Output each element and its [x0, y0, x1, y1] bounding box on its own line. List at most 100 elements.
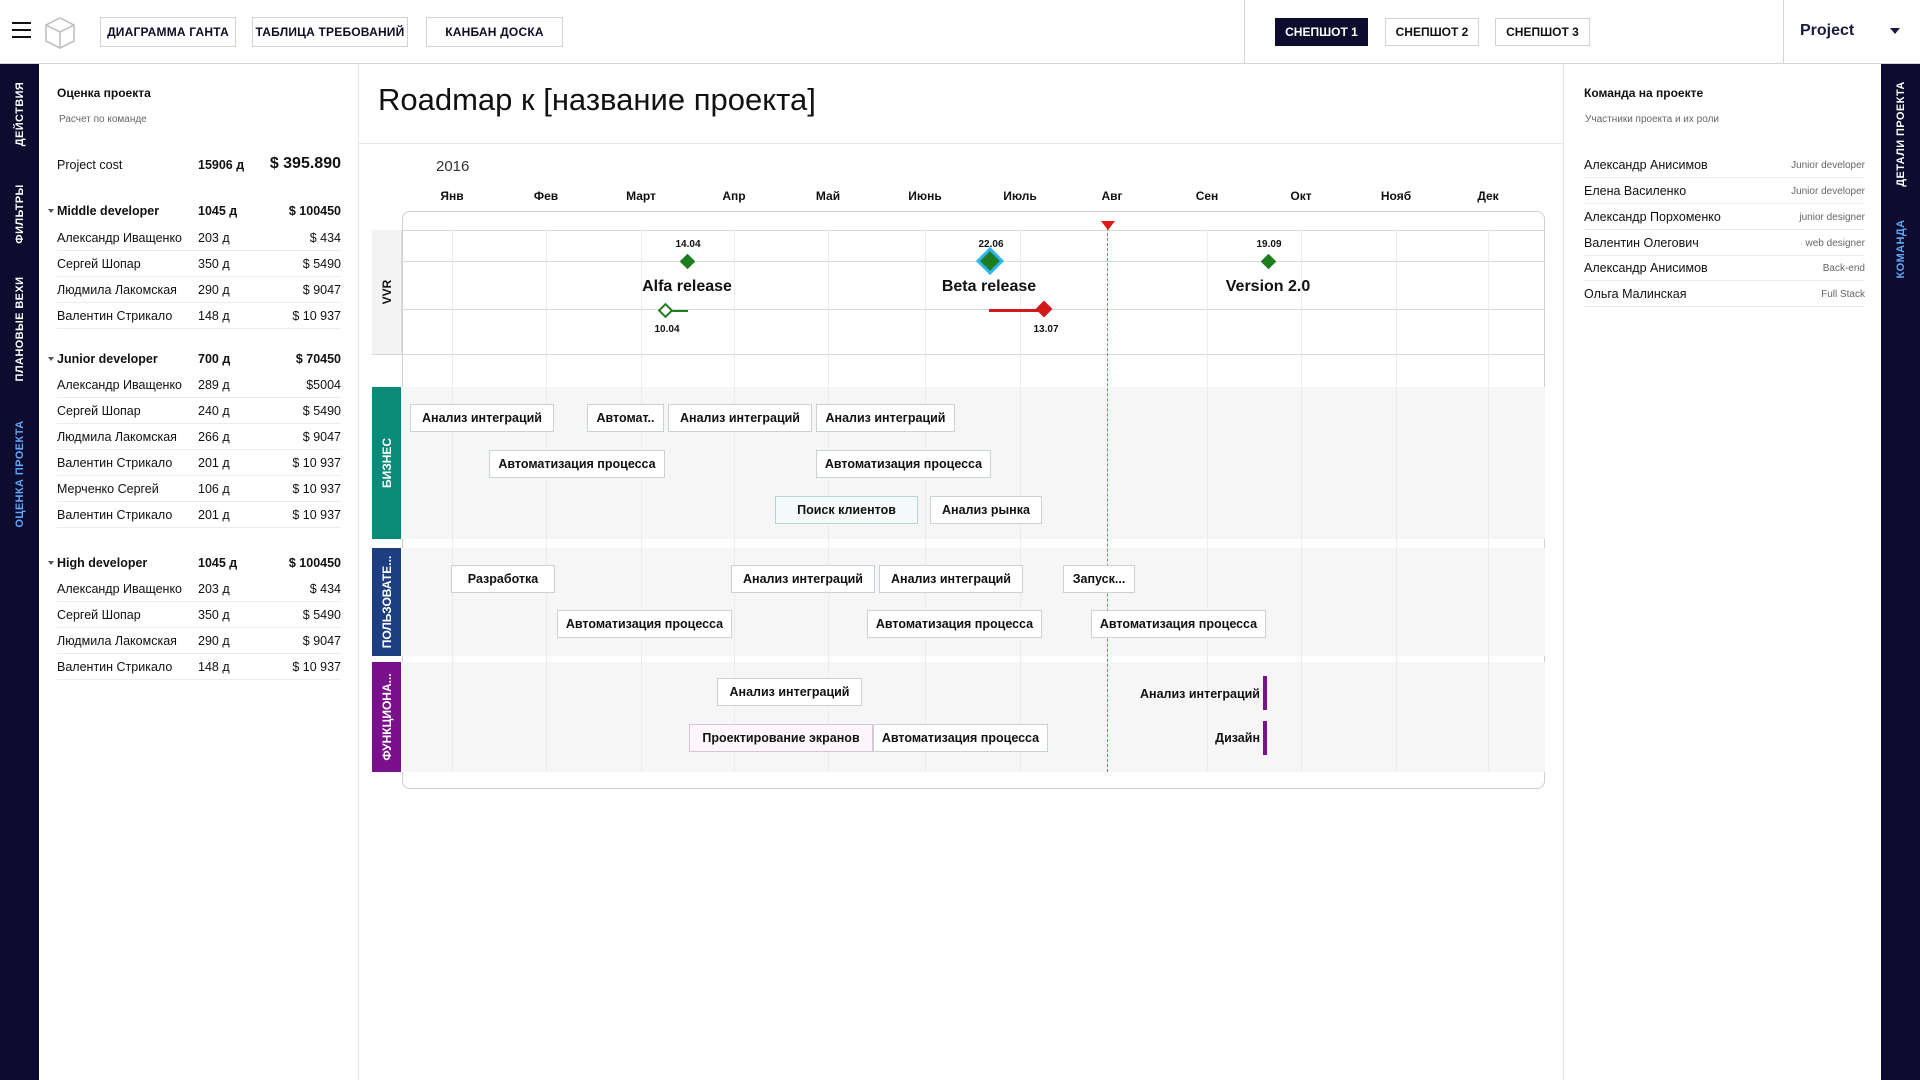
grid-line — [1396, 230, 1397, 772]
milestone-name: Version 2.0 — [1225, 278, 1311, 295]
member-name: Валентин Стрикало — [57, 660, 173, 674]
project-select-value: Project — [1800, 22, 1855, 39]
member-row: Сергей Шопар 240 д $ 5490 — [57, 398, 341, 424]
snapshot-2-button[interactable]: СНЕПШОТ 2 — [1385, 18, 1479, 46]
expand-icon — [48, 561, 54, 565]
divider — [359, 143, 1563, 144]
lane-name: ФУНКЦИОНА... — [379, 673, 394, 761]
task-bar[interactable]: Запуск... — [1063, 565, 1135, 593]
task-bar[interactable]: Автоматизация процесса — [867, 610, 1042, 638]
tab-kanban[interactable]: КАНБАН ДОСКА — [426, 17, 563, 47]
group-name: Middle developer — [57, 204, 160, 218]
task-bar[interactable]: Анализ интеграций — [731, 565, 875, 593]
vtab-team-label: КОМАНДА — [1894, 219, 1907, 279]
lane-band — [402, 662, 1545, 772]
member-name: Валентин Стрикало — [57, 456, 173, 470]
member-cost: $ 10 937 — [292, 660, 341, 674]
group-days: 700 д — [198, 352, 231, 366]
member-name: Александр Анисимов — [1584, 261, 1708, 275]
task-bar[interactable]: Автоматизация процесса — [1091, 610, 1266, 638]
vtab-filters[interactable]: ФИЛЬТРЫ — [0, 164, 39, 264]
panel-subtitle: Участники проекта и их роли — [1585, 114, 1719, 125]
project-select[interactable]: Project — [1800, 14, 1900, 48]
total-row: Project cost 15906 д $ 395.890 — [57, 152, 341, 178]
task-bar[interactable]: Анализ интеграций — [879, 565, 1023, 593]
vtab-project-details[interactable]: ДЕТАЛИ ПРОЕКТА — [1881, 74, 1920, 194]
group-row[interactable]: Middle developer 1045 д $ 100450 — [48, 198, 341, 224]
group-name: High developer — [57, 556, 148, 570]
member-role: junior designer — [1799, 212, 1865, 223]
member-cost: $ 434 — [309, 582, 341, 596]
task-end-bar[interactable] — [1263, 721, 1267, 755]
vtab-filters-label: ФИЛЬТРЫ — [13, 184, 26, 244]
member-row: Сергей Шопар 350 д $ 5490 — [57, 602, 341, 628]
member-cost: $ 10 937 — [292, 309, 341, 323]
lane-label-business[interactable]: БИЗНЕС — [372, 387, 401, 539]
task-end-bar[interactable] — [1263, 676, 1267, 710]
member-days: 203 д — [198, 582, 230, 596]
group-row[interactable]: Junior developer 700 д $ 70450 — [48, 346, 341, 372]
row-line — [402, 230, 1545, 231]
total-cost: $ 395.890 — [269, 155, 341, 172]
member-name: Александр Иващенко — [57, 231, 183, 245]
task-bar[interactable]: Поиск клиентов — [775, 496, 918, 524]
vtab-estimate[interactable]: ОЦЕНКА ПРОЕКТА — [0, 399, 39, 549]
menu-icon[interactable] — [12, 22, 31, 38]
lane-label-users[interactable]: ПОЛЬЗОВАТЕ... — [372, 548, 401, 656]
member-name: Александр Иващенко — [57, 582, 183, 596]
task-bar[interactable]: Автомат.. — [587, 404, 664, 432]
lane-label-functional[interactable]: ФУНКЦИОНА... — [372, 662, 401, 772]
task-bar[interactable]: Анализ интеграций — [717, 678, 862, 706]
member-name: Елена Василенко — [1584, 184, 1687, 198]
member-role: Full Stack — [1821, 289, 1865, 300]
member-days: 148 д — [198, 309, 230, 323]
vtab-project-details-label: ДЕТАЛИ ПРОЕКТА — [1894, 81, 1907, 187]
member-days: 289 д — [198, 378, 230, 392]
month-label: Сен — [1195, 189, 1219, 203]
group-cost: $ 70450 — [295, 352, 341, 366]
grid-line — [546, 230, 547, 772]
member-days: 290 д — [198, 283, 230, 297]
vtab-team[interactable]: КОМАНДА — [1881, 204, 1920, 294]
total-label: Project cost — [57, 158, 123, 172]
member-cost: $ 9047 — [302, 430, 341, 444]
tab-gantt[interactable]: ДИАГРАММА ГАНТА — [100, 17, 236, 47]
member-row: Александр Иващенко 289 д $5004 — [57, 372, 341, 398]
task-end-label: Дизайн — [1215, 731, 1260, 745]
month-label: Март — [626, 189, 656, 203]
team-member-row: Ольга Малинская Full Stack — [1584, 281, 1865, 307]
team-panel: Команда на проекте Участники проекта и и… — [1563, 64, 1881, 1080]
task-bar[interactable]: Автоматизация процесса — [557, 610, 732, 638]
member-row: Людмила Лакомская 266 д $ 9047 — [57, 424, 341, 450]
member-cost: $ 5490 — [302, 257, 341, 271]
member-days: 290 д — [198, 634, 230, 648]
row-line — [372, 354, 1545, 355]
vtab-milestones[interactable]: ПЛАНОВЫЕ ВЕХИ — [0, 254, 39, 404]
snapshot-1-button[interactable]: СНЕПШОТ 1 — [1275, 18, 1368, 46]
task-bar[interactable]: Проектирование экранов — [689, 724, 873, 752]
task-bar[interactable]: Автоматизация процесса — [816, 450, 991, 478]
expand-icon — [48, 209, 54, 213]
task-bar[interactable]: Анализ интеграций — [668, 404, 812, 432]
total-days: 15906 д — [198, 158, 245, 172]
task-bar[interactable]: Автоматизация процесса — [873, 724, 1048, 752]
month-label: Июнь — [908, 189, 942, 203]
vtab-actions[interactable]: ДЕЙСТВИЯ — [0, 64, 39, 164]
task-bar[interactable]: Разработка — [451, 565, 555, 593]
member-role: Junior developer — [1791, 160, 1865, 171]
snapshot-3-button[interactable]: СНЕПШОТ 3 — [1495, 18, 1590, 46]
month-label: Дек — [1477, 189, 1499, 203]
task-end-label: Анализ интеграций — [1140, 687, 1260, 701]
lane-name: БИЗНЕС — [379, 437, 394, 489]
grid-line — [925, 230, 926, 772]
task-bar[interactable]: Анализ рынка — [930, 496, 1042, 524]
tab-requirements[interactable]: ТАБЛИЦА ТРЕБОВАНИЙ — [252, 17, 408, 47]
task-bar[interactable]: Автоматизация процесса — [489, 450, 665, 478]
task-bar[interactable]: Анализ интеграций — [816, 404, 955, 432]
member-cost: $ 5490 — [302, 608, 341, 622]
member-row: Мерченко Сергей 106 д $ 10 937 — [57, 476, 341, 502]
member-cost: $ 9047 — [302, 283, 341, 297]
team-member-row: Валентин Олегович web designer — [1584, 230, 1865, 256]
task-bar[interactable]: Анализ интеграций — [410, 404, 554, 432]
group-row[interactable]: High developer 1045 д $ 100450 — [48, 550, 341, 576]
